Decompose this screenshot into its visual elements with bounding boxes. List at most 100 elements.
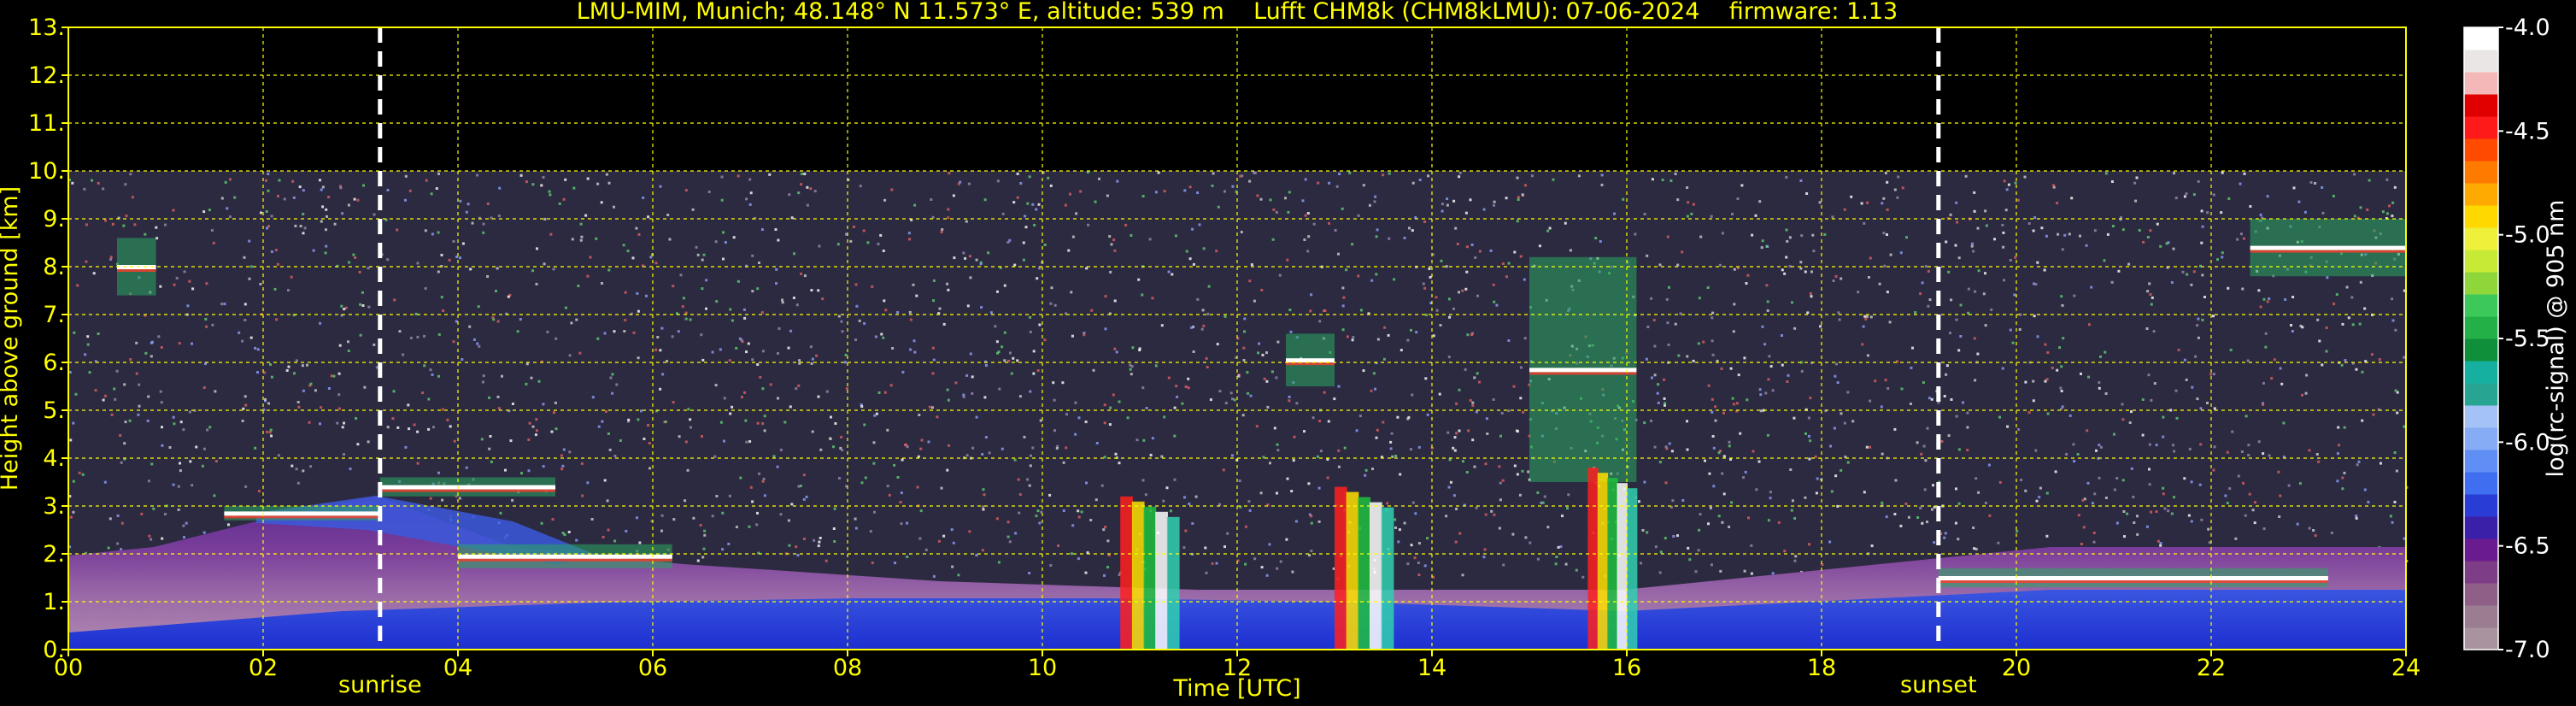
colorbar-segment xyxy=(2464,316,2498,339)
noise-dot xyxy=(854,517,857,521)
noise-dot xyxy=(535,418,538,421)
noise-dot xyxy=(756,363,760,366)
noise-dot xyxy=(1791,499,1794,503)
noise-dot xyxy=(319,321,322,325)
noise-dot xyxy=(1485,417,1488,421)
noise-dot xyxy=(2121,479,2125,482)
noise-dot xyxy=(1167,376,1171,379)
noise-dot xyxy=(1766,309,1769,312)
noise-dot xyxy=(1974,379,1977,382)
noise-dot xyxy=(601,535,605,538)
noise-dot xyxy=(601,420,604,423)
noise-dot xyxy=(2259,305,2262,309)
noise-dot xyxy=(1393,278,1396,281)
noise-dot xyxy=(2001,367,2004,370)
noise-dot xyxy=(975,554,978,557)
noise-dot xyxy=(1710,215,1713,218)
noise-dot xyxy=(971,391,974,395)
noise-dot xyxy=(1057,544,1060,547)
noise-dot xyxy=(1265,574,1269,577)
noise-dot xyxy=(1256,194,1259,197)
noise-dot xyxy=(756,287,760,291)
noise-dot xyxy=(182,524,185,527)
noise-dot xyxy=(1501,262,1505,265)
noise-dot xyxy=(1357,274,1360,278)
noise-dot xyxy=(1187,386,1190,390)
noise-dot xyxy=(937,539,941,543)
noise-dot xyxy=(2395,469,2398,473)
noise-dot xyxy=(996,179,1000,183)
noise-dot xyxy=(290,464,294,468)
noise-dot xyxy=(527,438,531,441)
noise-dot xyxy=(969,276,972,279)
noise-dot xyxy=(1469,198,1472,202)
noise-dot xyxy=(940,486,943,490)
noise-dot xyxy=(1714,405,1717,409)
noise-dot xyxy=(1564,562,1568,566)
noise-dot xyxy=(1100,484,1104,487)
noise-dot xyxy=(1293,435,1296,438)
noise-dot xyxy=(1129,368,1132,371)
noise-dot xyxy=(2076,453,2080,456)
noise-dot xyxy=(1038,267,1041,270)
noise-dot xyxy=(363,385,367,389)
noise-dot xyxy=(995,340,999,344)
noise-dot xyxy=(968,255,971,258)
colorbar-segment xyxy=(2464,361,2498,384)
noise-dot xyxy=(248,239,251,243)
noise-dot xyxy=(1594,237,1598,240)
noise-dot xyxy=(172,415,175,419)
cloud-layer-edge xyxy=(2250,250,2406,253)
noise-dot xyxy=(1755,488,1758,491)
noise-dot xyxy=(858,319,861,322)
x-tick-label: 02 xyxy=(249,655,278,681)
noise-dot xyxy=(860,481,864,485)
noise-dot xyxy=(696,253,700,256)
sunset-label: sunset xyxy=(1900,672,1977,698)
noise-dot xyxy=(1346,335,1349,338)
noise-dot xyxy=(103,480,107,484)
noise-dot xyxy=(1306,250,1310,253)
noise-dot xyxy=(1833,427,1836,430)
noise-dot xyxy=(596,182,600,185)
noise-dot xyxy=(586,274,590,278)
noise-dot xyxy=(449,425,452,428)
noise-dot xyxy=(2006,425,2010,428)
noise-dot xyxy=(687,408,690,411)
noise-dot xyxy=(1836,381,1840,385)
noise-dot xyxy=(2065,453,2068,456)
noise-dot xyxy=(2024,380,2027,384)
noise-dot xyxy=(1049,302,1053,305)
noise-dot xyxy=(1167,270,1171,274)
noise-dot xyxy=(1094,498,1098,502)
noise-dot xyxy=(1084,571,1088,574)
noise-dot xyxy=(729,412,732,415)
noise-dot xyxy=(1721,521,1724,524)
noise-dot xyxy=(1426,537,1429,540)
noise-dot xyxy=(1418,179,1422,181)
noise-dot xyxy=(745,350,748,354)
noise-dot xyxy=(1417,562,1420,564)
colorbar-segment xyxy=(2464,538,2498,562)
noise-dot xyxy=(1834,374,1837,378)
noise-dot xyxy=(1507,409,1511,413)
noise-dot xyxy=(1886,291,1889,294)
noise-dot xyxy=(1048,493,1052,497)
noise-dot xyxy=(901,370,905,374)
noise-dot xyxy=(1501,479,1505,482)
noise-dot xyxy=(1482,208,1486,211)
noise-dot xyxy=(1311,416,1315,420)
noise-dot xyxy=(581,494,584,497)
noise-dot xyxy=(761,479,765,483)
noise-dot xyxy=(278,179,281,182)
noise-dot xyxy=(689,426,692,429)
noise-dot xyxy=(160,401,163,404)
noise-dot xyxy=(1249,394,1253,397)
noise-dot xyxy=(458,497,461,500)
noise-dot xyxy=(1319,450,1323,453)
noise-dot xyxy=(340,304,343,308)
noise-dot xyxy=(965,374,969,377)
noise-dot xyxy=(386,258,390,262)
noise-dot xyxy=(1031,203,1035,206)
noise-dot xyxy=(886,485,889,488)
